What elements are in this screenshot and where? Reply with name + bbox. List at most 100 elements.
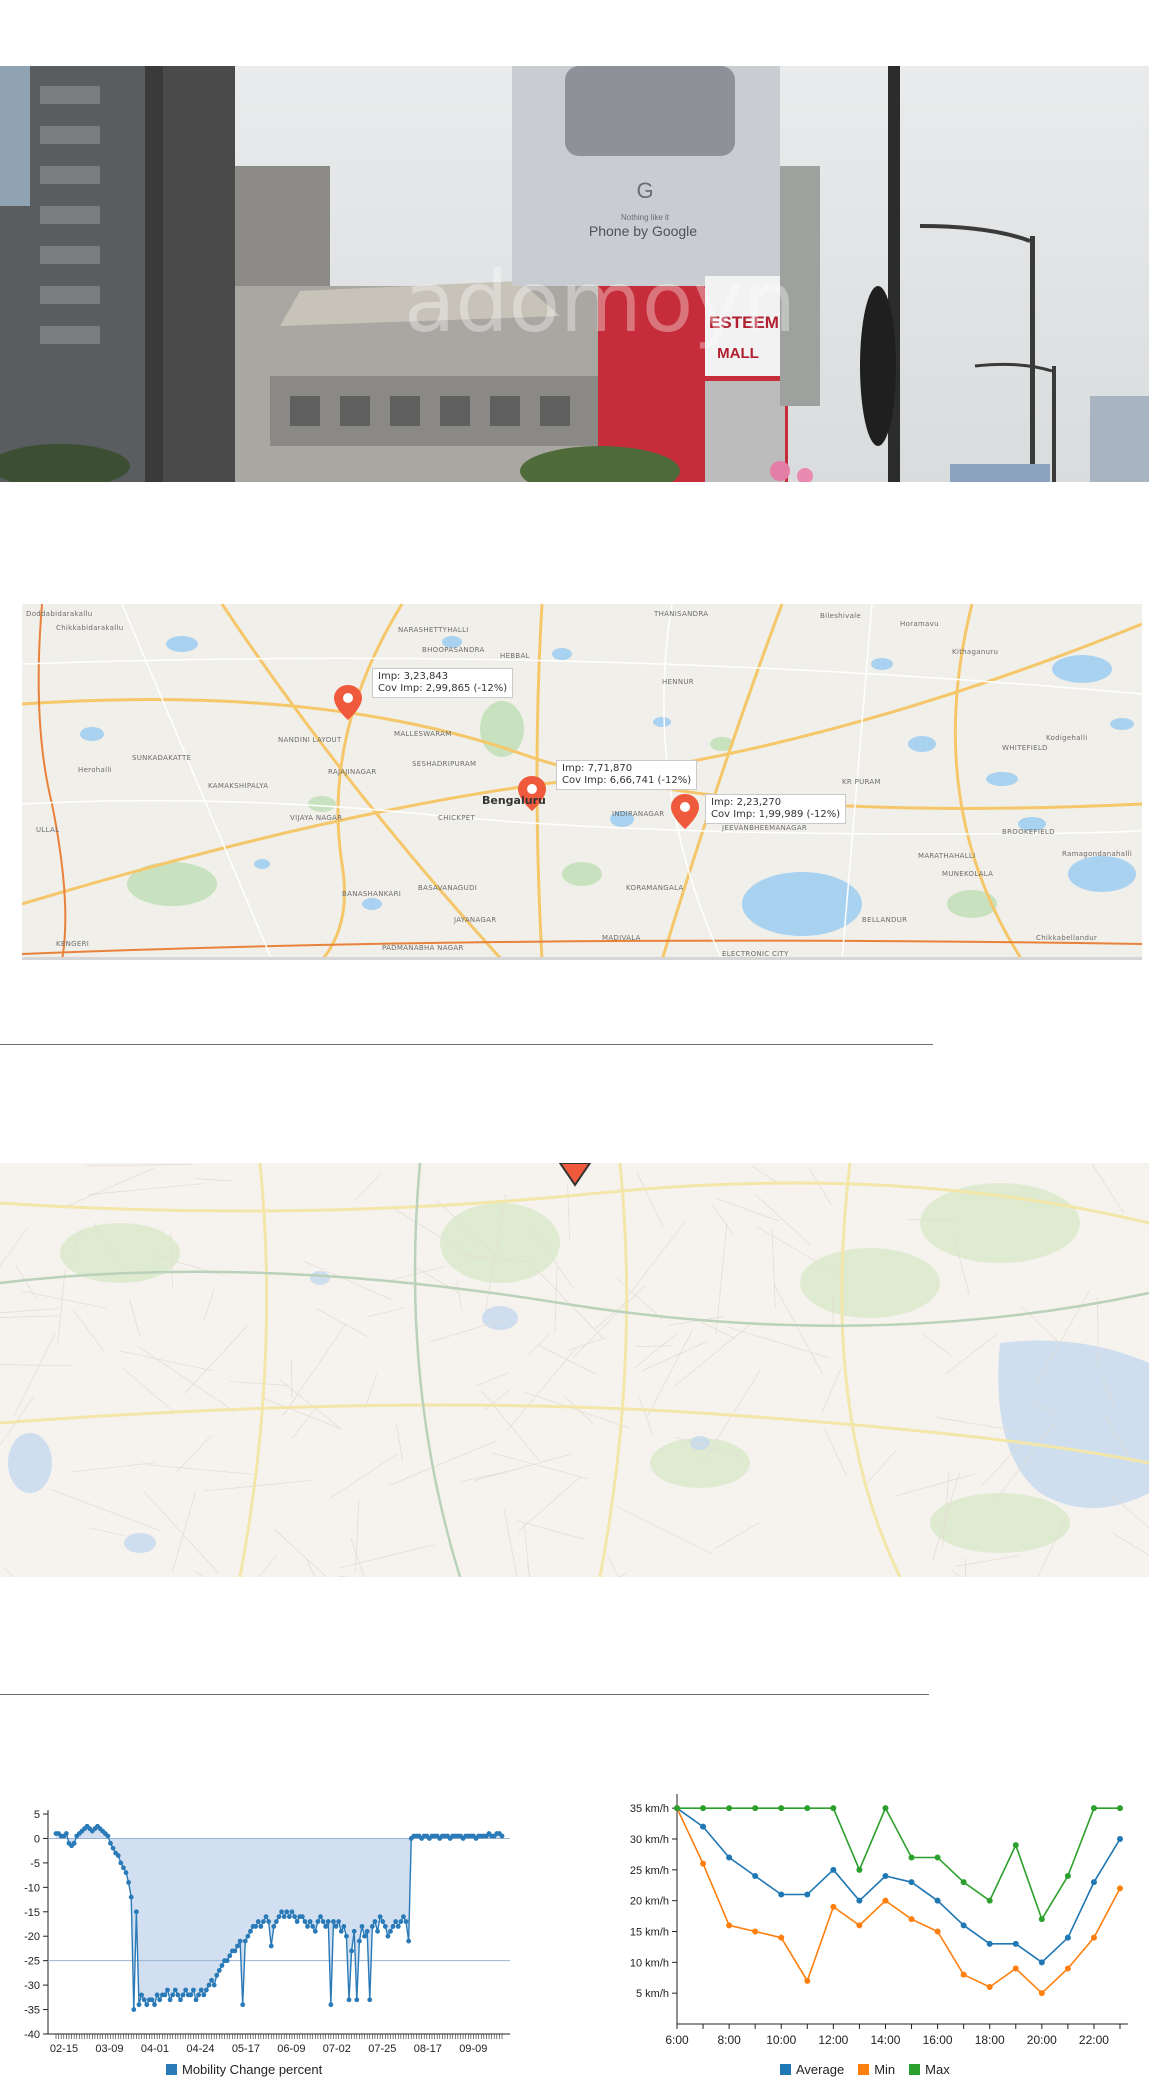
- data-point: [219, 1963, 225, 1968]
- legend-label: Min: [874, 2062, 896, 2077]
- data-point: [284, 1909, 290, 1915]
- data-point: [299, 1914, 305, 1920]
- map-place-label: KENGERI: [56, 940, 90, 948]
- data-point: [136, 2002, 142, 2008]
- data-point-min: [778, 1934, 785, 1941]
- data-point: [121, 1865, 126, 1871]
- data-point: [141, 1997, 147, 2003]
- y-tick-label: -15: [24, 1907, 40, 1919]
- y-tick-label: 5: [34, 1809, 40, 1821]
- billboard-tagline: Nothing like it: [621, 213, 670, 222]
- data-point-max: [934, 1854, 941, 1861]
- y-tick-label: 0: [34, 1833, 40, 1845]
- data-point-average: [1038, 1959, 1045, 1966]
- data-point: [248, 1928, 253, 1934]
- x-tick-label: 10:00: [766, 2033, 796, 2047]
- data-point: [356, 1938, 362, 1944]
- data-point: [71, 1840, 77, 1846]
- covered-impressions-text: Cov Imp: 1,99,989 (-12%): [711, 809, 841, 820]
- mobility-chart-svg: 5 0 -5 -10 -15 -20 -25 -30 -35 -40 02-15 03-09 04-01…: [24, 1809, 510, 2055]
- data-point-average: [882, 1873, 889, 1879]
- data-point-average: [908, 1879, 915, 1886]
- data-point-max: [804, 1805, 811, 1812]
- map-place-label: KORAMANGALA: [626, 884, 684, 892]
- y-tick-label: 15 km/h: [630, 1927, 669, 1939]
- impressions-text: Imp: 2,23,270: [711, 797, 782, 808]
- data-point: [390, 1924, 396, 1929]
- data-point-max: [726, 1805, 733, 1812]
- data-point: [126, 1880, 132, 1885]
- data-point: [157, 1997, 163, 2003]
- data-point: [261, 1919, 266, 1924]
- data-point-average: [778, 1891, 785, 1898]
- legend-swatch: [858, 2064, 870, 2075]
- data-point: [196, 1992, 202, 1998]
- x-tick-label: 02-15: [50, 2043, 78, 2055]
- marker-popup-2: Imp: 7,71,870 Cov Imp: 6,66,741 (-12%): [556, 760, 698, 790]
- x-tick-label: 07-25: [368, 2043, 396, 2055]
- impressions-map[interactable]: THANISANDRA Bileshivale Doddabidarakallu…: [22, 604, 1142, 960]
- data-point-min: [908, 1916, 915, 1923]
- x-tick-label: 04-24: [186, 2043, 214, 2055]
- map-place-label: JAYANAGAR: [454, 916, 497, 924]
- data-point-average: [986, 1940, 993, 1947]
- x-tick-label: 16:00: [923, 2033, 953, 2047]
- data-point: [237, 1938, 243, 1944]
- map-place-label: Chikkabellandur: [1036, 934, 1098, 942]
- data-point: [188, 1992, 194, 1998]
- data-point: [115, 1853, 121, 1858]
- data-point-min: [1012, 1965, 1019, 1972]
- data-point-average: [1117, 1836, 1123, 1842]
- data-point-min: [1090, 1934, 1097, 1941]
- data-point: [323, 1924, 329, 1929]
- street-map[interactable]: [0, 1163, 1149, 1577]
- data-point: [242, 1938, 248, 1944]
- data-point: [369, 1924, 375, 1929]
- data-point: [382, 1924, 388, 1929]
- data-point-average: [960, 1922, 967, 1929]
- data-point: [209, 1977, 214, 1983]
- data-point-max: [856, 1866, 863, 1873]
- data-point: [351, 1928, 357, 1934]
- data-point: [193, 1997, 199, 2003]
- map-place-label: PADMANABHA NAGAR: [382, 944, 464, 952]
- data-point: [499, 1833, 505, 1839]
- data-point-min: [1117, 1885, 1123, 1892]
- data-point: [154, 1992, 160, 1998]
- map-place-label: INDIRANAGAR: [612, 810, 665, 818]
- data-point: [281, 1914, 287, 1920]
- data-point: [401, 1914, 406, 1920]
- legend-swatch: [166, 2064, 177, 2075]
- data-point: [128, 1894, 134, 1900]
- map-place-label: VIJAYA NAGAR: [290, 814, 343, 822]
- chart-legend: Mobility Change percent: [166, 2062, 322, 2077]
- data-point: [144, 2002, 150, 2008]
- x-tick-label: 8:00: [717, 2033, 741, 2047]
- data-point-min: [752, 1928, 759, 1935]
- data-point-average: [1090, 1879, 1097, 1886]
- legend-item-average: Average: [780, 2062, 844, 2077]
- speed-chart-svg: 5 km/h 10 km/h 15 km/h 20 km/h 25 km/h 30 km/…: [630, 1794, 1128, 2047]
- map-place-label: HEBBAL: [500, 652, 530, 660]
- data-point: [310, 1924, 316, 1929]
- data-point-average: [1064, 1934, 1071, 1941]
- map-place-label: MALLESWARAM: [394, 730, 452, 738]
- data-point: [271, 1924, 277, 1929]
- map-place-label: MARATHAHALLI: [918, 852, 976, 860]
- data-point: [175, 1992, 181, 1998]
- data-point: [302, 1919, 308, 1924]
- legend-item-min: Min: [858, 2062, 895, 2077]
- x-tick-label: 04-01: [141, 2043, 169, 2055]
- data-point: [307, 1919, 313, 1924]
- y-tick-label: -10: [24, 1882, 40, 1894]
- data-point-max: [986, 1897, 993, 1904]
- data-point: [328, 2002, 334, 2008]
- section-divider: [0, 1694, 929, 1695]
- data-point: [139, 1992, 144, 1998]
- map-place-label: Ramagondanahalli: [1062, 850, 1133, 858]
- watermark: adomoyn: [404, 253, 796, 351]
- x-tick-label: 07-02: [323, 2043, 351, 2055]
- legend-label: Max: [925, 2062, 950, 2077]
- data-point: [362, 1933, 367, 1939]
- data-point: [385, 1933, 391, 1939]
